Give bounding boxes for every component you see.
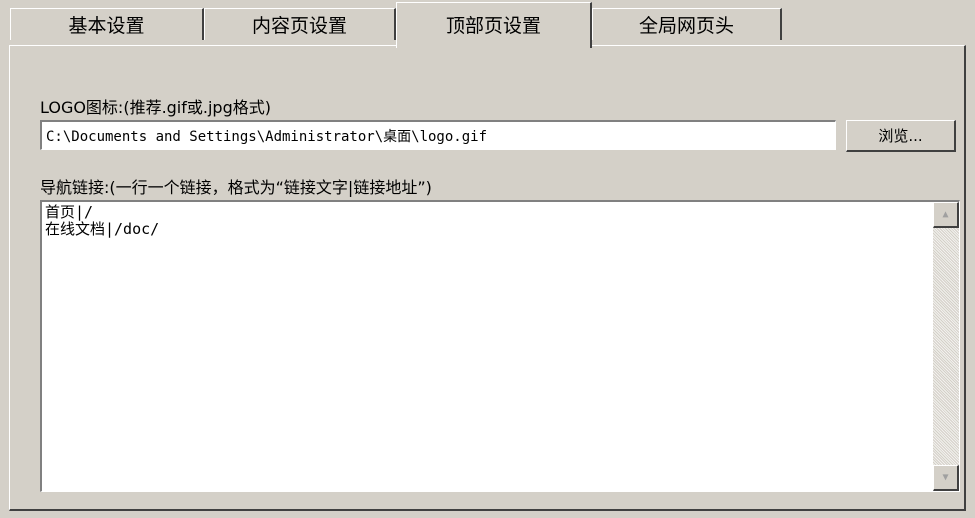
scroll-down-icon[interactable]: ▼ — [933, 465, 959, 491]
scroll-up-icon[interactable]: ▲ — [933, 202, 959, 228]
tab-basic-settings[interactable]: 基本设置 — [10, 8, 204, 40]
logo-path-input[interactable]: C:\Documents and Settings\Administrator\… — [40, 120, 836, 150]
settings-panel: LOGO图标:(推荐.gif或.jpg格式) C:\Documents and … — [9, 45, 966, 511]
logo-label: LOGO图标:(推荐.gif或.jpg格式) — [40, 98, 271, 117]
browse-button[interactable]: 浏览... — [846, 120, 956, 152]
vertical-scrollbar[interactable]: ▲ ▼ — [933, 202, 959, 491]
nav-links-label: 导航链接:(一行一个链接，格式为“链接文字|链接地址”) — [40, 178, 432, 197]
tab-bar: 基本设置 内容页设置 顶部页设置 全局网页头 — [0, 0, 975, 48]
nav-links-textarea[interactable]: 首页|/ 在线文档|/doc/ ▲ ▼ — [40, 200, 960, 492]
nav-links-content[interactable]: 首页|/ 在线文档|/doc/ — [45, 204, 929, 238]
tab-global-header[interactable]: 全局网页头 — [592, 8, 782, 40]
tab-top-page-settings[interactable]: 顶部页设置 — [396, 2, 592, 48]
tab-content-page-settings[interactable]: 内容页设置 — [204, 8, 396, 40]
